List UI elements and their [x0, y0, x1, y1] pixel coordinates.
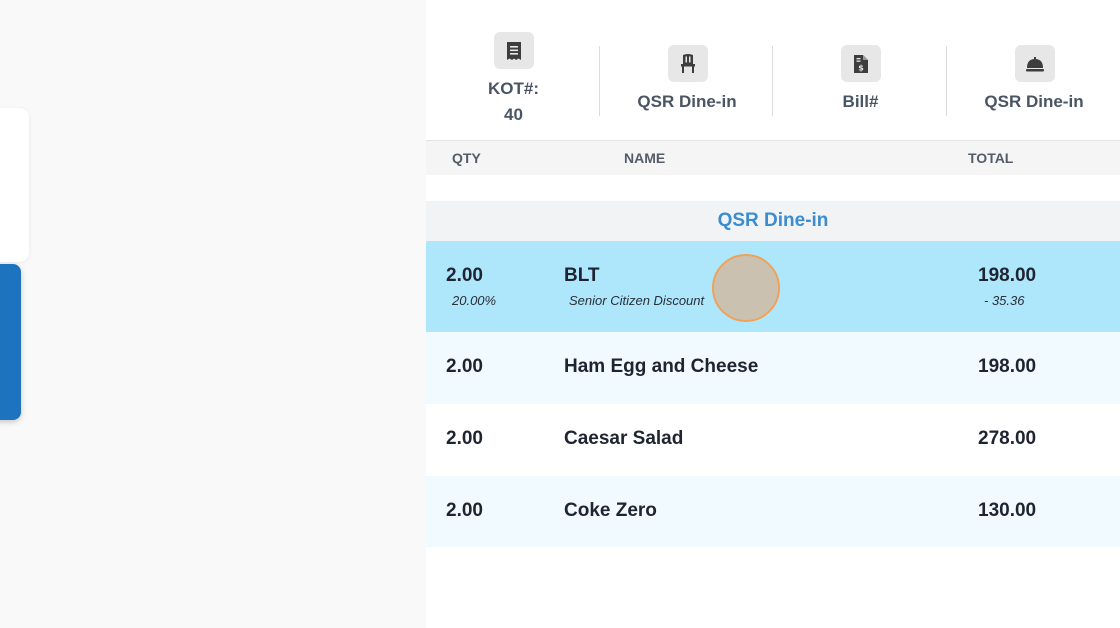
bill-document-icon: $ — [841, 45, 881, 82]
item-qty: 2.00 — [446, 356, 483, 377]
item-name: Ham Egg and Cheese — [564, 356, 759, 377]
discount-rate: 20.00% — [452, 293, 497, 308]
item-qty: 2.00 — [446, 428, 483, 449]
left-action-button[interactable] — [0, 264, 21, 420]
discount-amount: - 35.36 — [984, 293, 1025, 308]
left-panel-card — [0, 108, 29, 262]
table-info: QSR Dine-in — [600, 0, 773, 140]
group-header: QSR Dine-in — [426, 201, 1120, 241]
order-panel: KOT#: 40 QSR Dine-in $ Bill# QSR Dine-in… — [426, 0, 1120, 628]
item-name: BLT — [564, 265, 600, 286]
service-type-label: QSR Dine-in — [984, 92, 1084, 111]
kot-label: KOT#: — [488, 79, 539, 98]
bill-label: Bill# — [842, 92, 879, 111]
order-info-bar: KOT#: 40 QSR Dine-in $ Bill# QSR Dine-in — [426, 0, 1120, 140]
item-name: Coke Zero — [564, 500, 657, 521]
table-header: QTY NAME TOTAL — [426, 140, 1120, 175]
left-pane — [0, 0, 426, 628]
item-qty: 2.00 — [446, 500, 483, 521]
svg-text:$: $ — [858, 63, 864, 72]
qty-header: QTY — [452, 150, 481, 166]
item-total: 198.00 — [978, 265, 1037, 286]
table-row[interactable]: 2.00 Coke Zero 130.00 — [426, 476, 1120, 547]
receipt-icon — [494, 32, 534, 69]
table-row[interactable]: 2.00 Caesar Salad 278.00 — [426, 404, 1120, 476]
item-total: 130.00 — [978, 500, 1037, 521]
kot-info: KOT#: 40 — [426, 0, 600, 140]
kot-number: 40 — [504, 105, 523, 124]
table-row[interactable]: 2.00 Ham Egg and Cheese 198.00 — [426, 332, 1120, 404]
service-bell-icon — [1014, 45, 1055, 82]
item-name: Caesar Salad — [564, 428, 684, 449]
table-type-label: QSR Dine-in — [637, 92, 737, 111]
service-info: QSR Dine-in — [947, 0, 1120, 140]
total-header: TOTAL — [968, 150, 1014, 166]
item-total: 278.00 — [978, 428, 1037, 449]
discount-name: Senior Citizen Discount — [569, 293, 705, 308]
item-qty: 2.00 — [446, 265, 483, 286]
touch-indicator — [712, 254, 780, 322]
name-header: NAME — [624, 150, 666, 166]
chair-icon — [667, 45, 708, 82]
bill-info: $ Bill# — [773, 0, 947, 140]
item-total: 198.00 — [978, 356, 1037, 377]
